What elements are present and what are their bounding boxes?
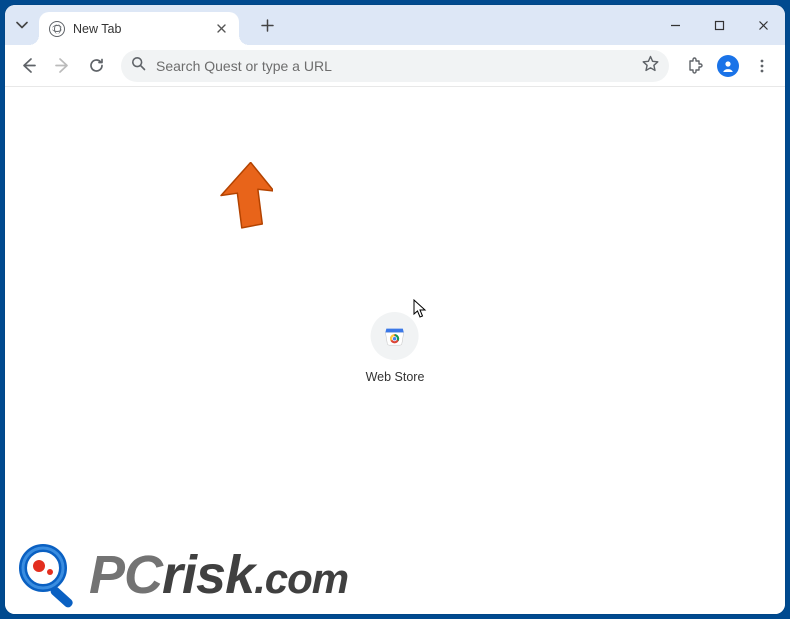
tab-title: New Tab [73, 22, 205, 36]
shortcut-web-store[interactable]: Web Store [366, 312, 425, 384]
browser-window: New Tab [5, 5, 785, 614]
profile-button[interactable] [713, 51, 743, 81]
reload-icon [88, 57, 105, 74]
web-store-icon [384, 325, 406, 347]
plus-icon [261, 19, 274, 32]
maximize-icon [714, 20, 725, 31]
kebab-icon [754, 58, 770, 74]
shortcut-tile [371, 312, 419, 360]
annotation-arrow [217, 162, 273, 232]
forward-button[interactable] [47, 51, 77, 81]
reload-button[interactable] [81, 51, 111, 81]
watermark: PCrisk.com [17, 542, 348, 608]
shortcut-label: Web Store [366, 370, 425, 384]
new-tab-button[interactable] [253, 11, 281, 39]
chevron-down-icon [16, 19, 28, 31]
watermark-risk: risk [162, 544, 254, 606]
browser-tab[interactable]: New Tab [39, 12, 239, 45]
minimize-icon [670, 20, 681, 31]
window-close-button[interactable] [741, 5, 785, 45]
close-icon [758, 20, 769, 31]
close-icon [217, 24, 226, 33]
watermark-com: .com [254, 555, 348, 603]
extensions-button[interactable] [679, 51, 709, 81]
arrow-left-icon [20, 57, 37, 74]
new-tab-page: Web Store PCrisk.com [5, 87, 785, 614]
window-controls [653, 5, 785, 45]
omnibox[interactable] [121, 50, 669, 82]
arrow-right-icon [54, 57, 71, 74]
search-icon [131, 56, 146, 76]
puzzle-icon [686, 57, 703, 74]
magnifier-icon [17, 542, 83, 608]
back-button[interactable] [13, 51, 43, 81]
globe-icon [49, 21, 65, 37]
avatar [717, 55, 739, 77]
person-icon [721, 59, 735, 73]
watermark-pc: PC [89, 544, 162, 606]
tab-close-button[interactable] [213, 21, 229, 37]
window-maximize-button[interactable] [697, 5, 741, 45]
menu-button[interactable] [747, 51, 777, 81]
bookmark-button[interactable] [642, 55, 659, 77]
toolbar [5, 45, 785, 87]
window-minimize-button[interactable] [653, 5, 697, 45]
star-icon [642, 55, 659, 72]
tab-strip: New Tab [5, 5, 785, 45]
omnibox-input[interactable] [156, 58, 632, 74]
